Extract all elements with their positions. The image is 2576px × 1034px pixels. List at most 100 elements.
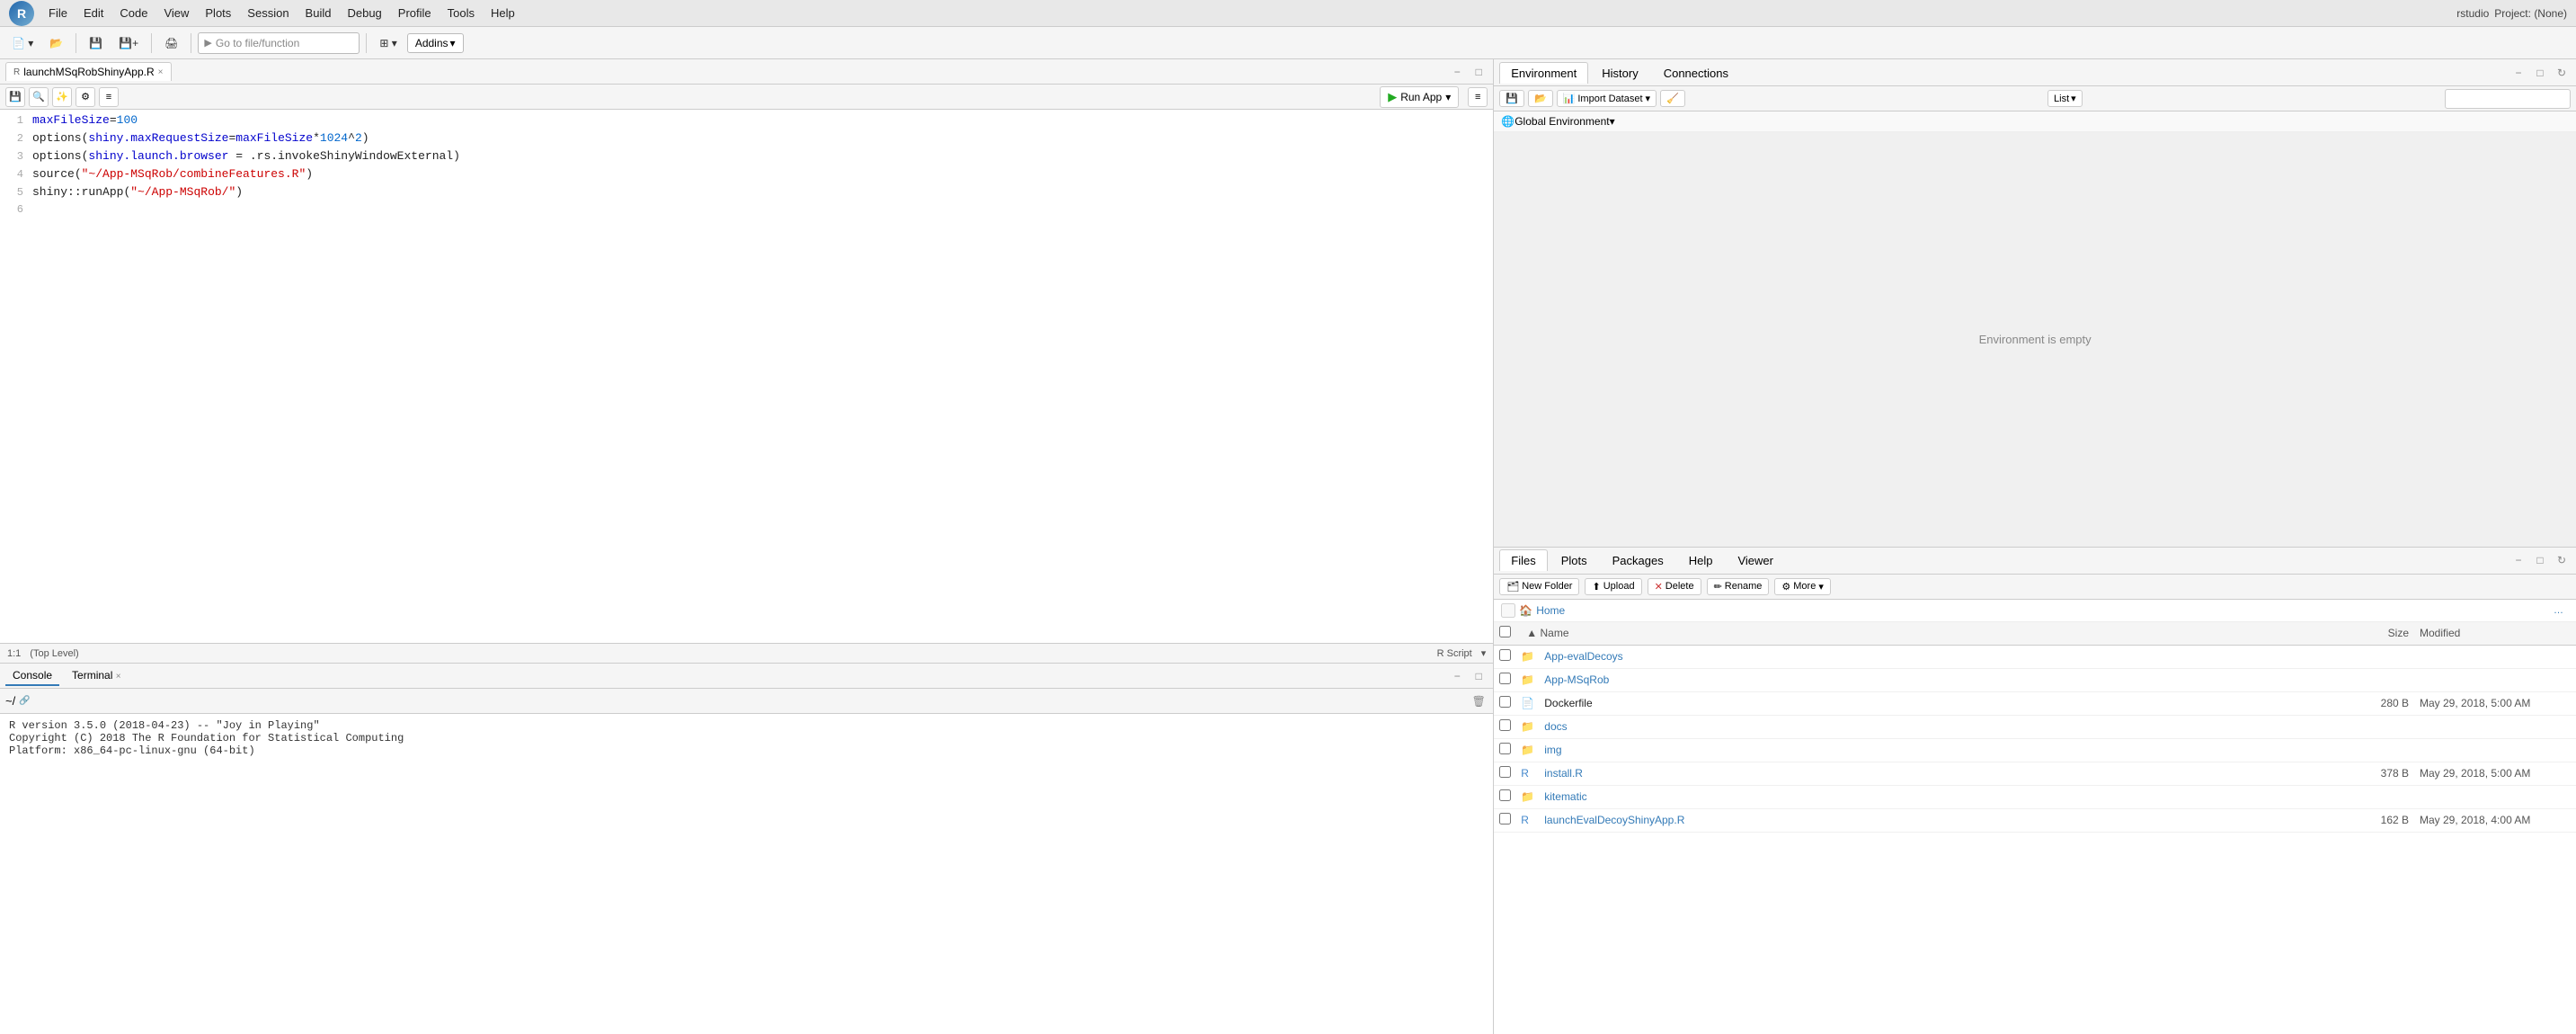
env-search-input[interactable] <box>2445 89 2571 109</box>
env-save-btn[interactable]: 💾 <box>1499 90 1524 107</box>
env-tab-history[interactable]: History <box>1590 62 1649 84</box>
main-layout: R launchMSqRobShinyApp.R × − □ 💾 🔍 ✨ ⚙ ≡… <box>0 59 2576 1034</box>
name-img[interactable]: img <box>1541 744 2342 756</box>
check-docs[interactable] <box>1499 719 1511 731</box>
run-app-chevron: ▾ <box>1445 91 1451 103</box>
tab-close-btn[interactable]: × <box>158 67 164 77</box>
new-folder-btn[interactable]: 🗂 New Folder <box>1499 578 1579 595</box>
save-btn[interactable]: 💾 <box>83 33 109 53</box>
print-btn[interactable]: 🖨 <box>158 33 184 53</box>
files-refresh-btn[interactable]: ↻ <box>2553 551 2571 569</box>
editor-minimize-btn[interactable]: − <box>1448 63 1466 81</box>
name-app-msqrob[interactable]: App-MSqRob <box>1541 673 2342 686</box>
menu-file[interactable]: File <box>41 4 75 22</box>
addins-btn[interactable]: Addins ▾ <box>407 33 464 53</box>
run-app-btn[interactable]: ▶ Run App ▾ <box>1380 86 1459 108</box>
new-file-btn[interactable]: 📄 ▾ <box>5 33 40 53</box>
check-kitematic[interactable] <box>1499 789 1511 801</box>
console-line-2: Copyright (C) 2018 The R Foundation for … <box>9 732 1484 744</box>
console-clear-btn[interactable]: 🗑 <box>1470 692 1488 710</box>
ed-lint-btn[interactable]: ≡ <box>99 87 119 107</box>
upload-btn[interactable]: ⬆ Upload <box>1585 578 1641 595</box>
check-install-r[interactable] <box>1499 766 1511 778</box>
name-dockerfile[interactable]: Dockerfile <box>1541 697 2342 709</box>
check-img[interactable] <box>1499 743 1511 754</box>
env-clear-btn[interactable]: 🧹 <box>1660 90 1685 107</box>
select-all-check[interactable] <box>1499 626 1511 637</box>
folder-icon-docs: 📁 <box>1521 720 1541 733</box>
ed-compile-btn[interactable]: ⚙ <box>76 87 95 107</box>
files-minimize-btn[interactable]: − <box>2509 551 2527 569</box>
rename-btn[interactable]: ✏ Rename <box>1707 578 1770 595</box>
ed-search-btn[interactable]: 🔍 <box>29 87 49 107</box>
env-tab-environment[interactable]: Environment <box>1499 62 1588 84</box>
files-tab-files[interactable]: Files <box>1499 549 1547 571</box>
file-row-img: 📁 img <box>1494 739 2576 762</box>
menu-plots[interactable]: Plots <box>198 4 238 22</box>
ed-extra-btn[interactable]: ≡ <box>1468 87 1488 107</box>
layout-btn[interactable]: ⊞ ▾ <box>373 33 403 53</box>
check-launch-evaldecoy[interactable] <box>1499 813 1511 825</box>
name-kitematic[interactable]: kitematic <box>1541 790 2342 803</box>
file-icon-install-r: R <box>1521 767 1541 780</box>
name-launch-evaldecoy[interactable]: launchEvalDecoyShinyApp.R <box>1541 814 2342 826</box>
more-btn[interactable]: ⚙ More ▾ <box>1774 578 1830 595</box>
menu-view[interactable]: View <box>156 4 196 22</box>
menu-code[interactable]: Code <box>112 4 155 22</box>
menu-tools[interactable]: Tools <box>440 4 482 22</box>
list-btn[interactable]: List ▾ <box>2047 90 2083 107</box>
menu-build[interactable]: Build <box>298 4 339 22</box>
console-panel-controls: − □ <box>1448 667 1488 685</box>
menu-profile[interactable]: Profile <box>391 4 439 22</box>
env-tab-connections[interactable]: Connections <box>1652 62 1740 84</box>
name-app-evaldecoys[interactable]: App-evalDecoys <box>1541 650 2342 663</box>
path-more-btn[interactable]: … <box>2548 603 2569 618</box>
terminal-close[interactable]: × <box>116 672 121 682</box>
env-minimize-btn[interactable]: − <box>2509 64 2527 82</box>
import-dataset-btn[interactable]: 📊 Import Dataset ▾ <box>1557 90 1657 107</box>
ed-save-btn[interactable]: 💾 <box>5 87 25 107</box>
console-maximize-btn[interactable]: □ <box>1470 667 1488 685</box>
header-name[interactable]: ▲ Name <box>1521 627 2342 639</box>
global-env-chevron[interactable]: ▾ <box>1610 115 1615 128</box>
open-file-btn[interactable]: 📂 <box>43 33 69 53</box>
menu-debug[interactable]: Debug <box>340 4 388 22</box>
delete-btn[interactable]: ✕ Delete <box>1648 578 1701 595</box>
files-tab-help[interactable]: Help <box>1677 549 1725 571</box>
environment-panel: Environment History Connections − □ ↻ 💾 … <box>1494 59 2576 548</box>
ed-wand-btn[interactable]: ✨ <box>52 87 72 107</box>
code-line-4: 4 source("~/App-MSqRob/combineFeatures.R… <box>0 167 1493 185</box>
env-maximize-btn[interactable]: □ <box>2531 64 2549 82</box>
menu-session[interactable]: Session <box>240 4 296 22</box>
project-label: Project: (None) <box>2494 7 2567 20</box>
menu-edit[interactable]: Edit <box>76 4 111 22</box>
env-tabs: Environment History Connections − □ ↻ <box>1494 59 2576 86</box>
editor-tab-file[interactable]: R launchMSqRobShinyApp.R × <box>5 62 172 81</box>
env-load-btn[interactable]: 📂 <box>1528 90 1553 107</box>
file-row-install-r: R install.R 378 B May 29, 2018, 5:00 AM <box>1494 762 2576 786</box>
console-tab-console[interactable]: Console <box>5 666 59 686</box>
env-refresh-btn[interactable]: ↻ <box>2553 64 2571 82</box>
name-install-r[interactable]: install.R <box>1541 767 2342 780</box>
files-maximize-btn[interactable]: □ <box>2531 551 2549 569</box>
files-tab-plots[interactable]: Plots <box>1550 549 1599 571</box>
check-dockerfile[interactable] <box>1499 696 1511 708</box>
console-content: R version 3.5.0 (2018-04-23) -- "Joy in … <box>0 714 1493 1034</box>
check-app-evaldecoys[interactable] <box>1499 649 1511 661</box>
editor-maximize-btn[interactable]: □ <box>1470 63 1488 81</box>
files-tab-viewer[interactable]: Viewer <box>1726 549 1785 571</box>
goto-file-input[interactable]: ▶ Go to file/function <box>198 32 360 54</box>
menu-help[interactable]: Help <box>484 4 522 22</box>
home-label[interactable]: Home <box>1536 604 1565 617</box>
tab-file-name: launchMSqRobShinyApp.R <box>23 66 154 78</box>
console-tab-terminal[interactable]: Terminal × <box>65 666 129 686</box>
home-check[interactable] <box>1501 603 1515 618</box>
code-line-5: 5 shiny::runApp("~/App-MSqRob/") <box>0 185 1493 203</box>
console-minimize-btn[interactable]: − <box>1448 667 1466 685</box>
save-all-btn[interactable]: 💾+ <box>112 33 145 53</box>
files-tab-packages[interactable]: Packages <box>1601 549 1675 571</box>
env-panel-controls: − □ ↻ <box>2509 64 2571 82</box>
folder-icon-img: 📁 <box>1521 744 1541 756</box>
check-app-msqrob[interactable] <box>1499 673 1511 684</box>
name-docs[interactable]: docs <box>1541 720 2342 733</box>
